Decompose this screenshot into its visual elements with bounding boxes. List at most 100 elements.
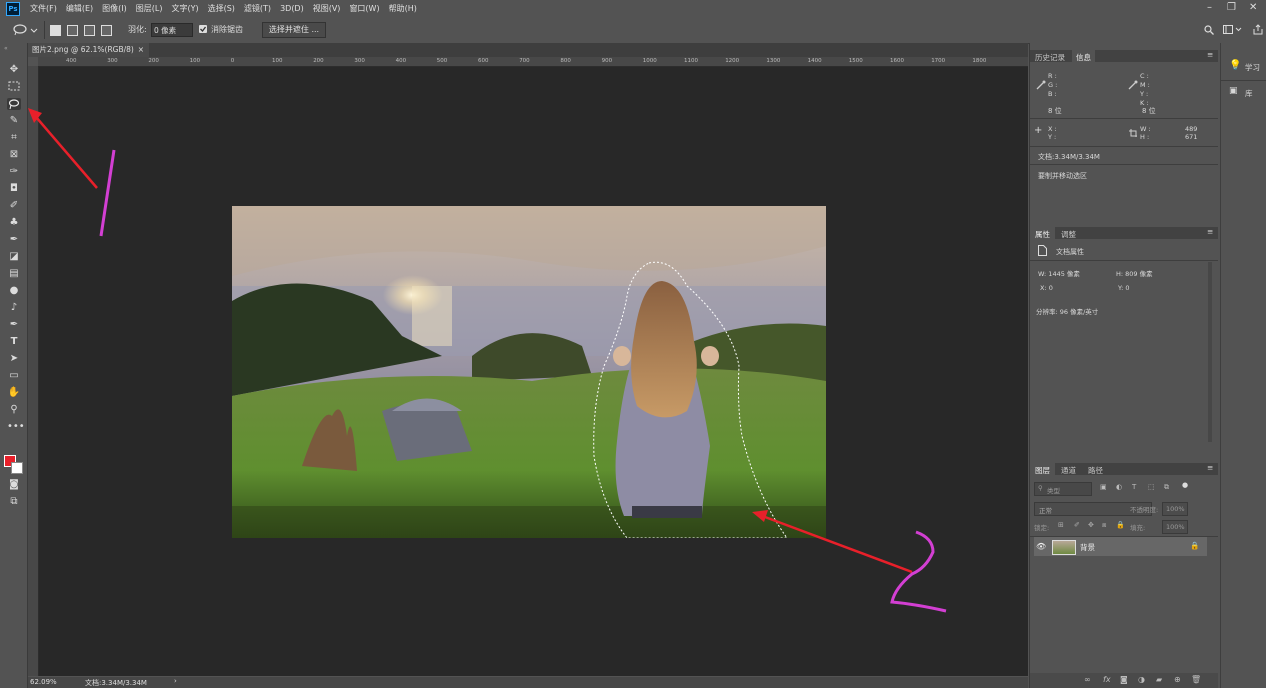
workspace-icon[interactable]: [1223, 25, 1243, 35]
lasso-preset-icon[interactable]: [12, 24, 38, 36]
lock-move-icon[interactable]: ✥: [1088, 521, 1094, 529]
minimize-button[interactable]: –: [1207, 2, 1212, 13]
healing-brush-tool-icon[interactable]: ◘: [7, 183, 21, 195]
menu-image[interactable]: 图像(I): [102, 3, 127, 14]
tab-adjustments[interactable]: 调整: [1061, 229, 1076, 240]
new-selection-icon[interactable]: [50, 25, 61, 36]
layers-panel-menu-icon[interactable]: ≡: [1207, 463, 1213, 472]
pen-tool-icon[interactable]: ✒: [7, 319, 21, 331]
tab-history[interactable]: 历史记录: [1035, 52, 1065, 63]
fill-input[interactable]: 100%: [1162, 520, 1188, 534]
lock-transparent-icon[interactable]: ⊞: [1058, 521, 1064, 529]
eraser-tool-icon[interactable]: ◪: [7, 251, 21, 263]
brush-tool-icon[interactable]: ✐: [7, 200, 21, 212]
status-doc-size: 文档:3.34M/3.34M: [85, 679, 147, 687]
menu-edit[interactable]: 编辑(E): [66, 3, 93, 14]
filter-smart-icon[interactable]: ⧉: [1164, 483, 1169, 492]
antialias-checkbox[interactable]: [199, 25, 207, 33]
properties-panel: 属性 调整 ≡ 文档属性 W: 1445 像素 H: 809 像素 X: 0 Y…: [1030, 227, 1218, 460]
libraries-panel-button[interactable]: ▣ 库: [1221, 83, 1266, 103]
doc-width[interactable]: W: 1445 像素: [1038, 268, 1080, 278]
menu-help[interactable]: 帮助(H): [389, 3, 417, 14]
doc-height[interactable]: H: 809 像素: [1116, 268, 1153, 278]
lock-artboard-icon[interactable]: ⧈: [1102, 521, 1106, 530]
add-selection-icon[interactable]: [67, 25, 78, 36]
eyedropper-tool-icon[interactable]: ✑: [7, 166, 21, 178]
hand-tool-icon[interactable]: ✋: [7, 387, 21, 399]
feather-input[interactable]: 0 像素: [151, 23, 193, 37]
more-tools-icon[interactable]: •••: [7, 421, 25, 433]
menu-filter[interactable]: 滤镜(T): [244, 3, 271, 14]
ruler-tick: 800: [560, 58, 571, 64]
zoom-level[interactable]: 62.09%: [30, 678, 57, 686]
mask-icon[interactable]: ◙: [1120, 675, 1128, 684]
status-arrow-icon[interactable]: ›: [174, 677, 177, 685]
layer-filter-select[interactable]: ⚲ 类型: [1034, 482, 1092, 496]
move-tool-icon[interactable]: ✥: [7, 64, 21, 76]
menu-select[interactable]: 选择(S): [208, 3, 235, 14]
filter-toggle-icon[interactable]: ●: [1182, 481, 1188, 489]
menu-file[interactable]: 文件(F): [30, 3, 57, 14]
info-panel-menu-icon[interactable]: ≡: [1207, 50, 1213, 59]
menu-view[interactable]: 视图(V): [313, 3, 341, 14]
tab-paths[interactable]: 路径: [1088, 465, 1103, 476]
menu-layer[interactable]: 图层(L): [136, 3, 163, 14]
link-icon[interactable]: ∞: [1084, 675, 1091, 684]
ruler-tick: 900: [601, 58, 613, 64]
layer-visibility-eye-icon[interactable]: 👁: [1036, 542, 1046, 551]
blur-tool-icon[interactable]: ●: [7, 285, 21, 297]
quick-mask-icon[interactable]: ◙: [7, 479, 21, 491]
fx-icon[interactable]: fx: [1103, 675, 1111, 684]
filter-type-icon[interactable]: T: [1132, 483, 1136, 491]
share-icon[interactable]: [1253, 24, 1263, 35]
tab-info[interactable]: 信息: [1072, 50, 1095, 65]
crop-tool-icon[interactable]: ⌗: [7, 132, 21, 144]
filter-shape-icon[interactable]: ⬚: [1148, 483, 1155, 491]
type-tool-icon[interactable]: T: [7, 336, 21, 348]
search-icon[interactable]: [1204, 25, 1214, 35]
screen-mode-icon[interactable]: ⧉: [7, 496, 21, 508]
subtract-selection-icon[interactable]: [84, 25, 95, 36]
history-brush-tool-icon[interactable]: ✒: [7, 234, 21, 246]
properties-panel-menu-icon[interactable]: ≡: [1207, 227, 1213, 236]
lock-paint-icon[interactable]: ✐: [1074, 521, 1080, 529]
select-and-mask-button[interactable]: 选择并遮住 ...: [262, 22, 326, 38]
document-tab[interactable]: 图片2.png @ 62.1%(RGB/8) ×: [28, 43, 149, 57]
zoom-tool-icon[interactable]: ⚲: [7, 404, 21, 416]
opacity-input[interactable]: 100%: [1162, 502, 1188, 516]
collapse-toolbar-icon[interactable]: «: [4, 45, 8, 52]
tab-channels[interactable]: 通道: [1061, 465, 1076, 476]
menu-window[interactable]: 窗口(W): [349, 3, 379, 14]
trash-icon[interactable]: 🗑: [1191, 675, 1201, 684]
group-icon[interactable]: ▰: [1156, 675, 1162, 684]
clone-stamp-tool-icon[interactable]: ♣: [7, 217, 21, 229]
rectangle-tool-icon[interactable]: ▭: [7, 370, 21, 382]
learn-panel-button[interactable]: 💡 学习: [1221, 57, 1266, 77]
background-color-swatch[interactable]: [11, 462, 23, 474]
properties-scrollbar[interactable]: [1208, 262, 1212, 442]
gradient-tool-icon[interactable]: ▤: [7, 268, 21, 280]
close-window-button[interactable]: ✕: [1249, 2, 1257, 13]
new-layer-icon[interactable]: ⊕: [1174, 675, 1181, 684]
filter-adjustment-icon[interactable]: ◐: [1116, 483, 1122, 491]
restore-button[interactable]: ❐: [1227, 2, 1236, 13]
lasso-tool-icon[interactable]: [7, 98, 21, 110]
menu-bar: Ps 文件(F) 编辑(E) 图像(I) 图层(L) 文字(Y) 选择(S) 滤…: [0, 0, 1266, 17]
filter-pixel-icon[interactable]: ▣: [1100, 483, 1107, 491]
path-selection-tool-icon[interactable]: ➤: [7, 353, 21, 365]
document-image[interactable]: [232, 206, 826, 538]
tab-layers[interactable]: 图层: [1030, 463, 1055, 478]
quick-selection-tool-icon[interactable]: ✎: [7, 115, 21, 127]
layer-name[interactable]: 背景: [1080, 542, 1095, 553]
dodge-tool-icon[interactable]: ♪: [7, 302, 21, 314]
tab-properties[interactable]: 属性: [1030, 227, 1055, 242]
menu-type[interactable]: 文字(Y): [171, 3, 198, 14]
close-tab-icon[interactable]: ×: [138, 43, 144, 57]
frame-tool-icon[interactable]: ⊠: [7, 149, 21, 161]
layer-row-background[interactable]: 👁 背景 🔒: [1034, 537, 1207, 556]
menu-3d[interactable]: 3D(D): [280, 4, 304, 13]
lock-all-icon[interactable]: 🔒: [1116, 521, 1125, 529]
marquee-tool-icon[interactable]: [7, 81, 21, 93]
intersect-selection-icon[interactable]: [101, 25, 112, 36]
adjustment-icon[interactable]: ◑: [1138, 675, 1145, 684]
